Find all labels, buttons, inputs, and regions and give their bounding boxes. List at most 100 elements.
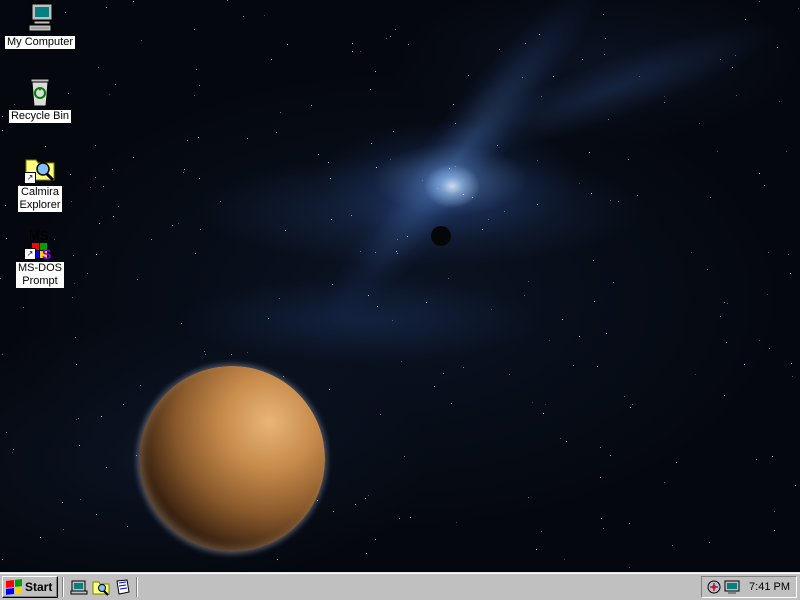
- star: [455, 166, 456, 167]
- star: [231, 354, 232, 355]
- star: [630, 407, 631, 408]
- star: [710, 197, 711, 198]
- star: [2, 559, 3, 560]
- taskbar-separator: [62, 577, 64, 597]
- star: [691, 252, 692, 253]
- star: [368, 295, 369, 296]
- star: [390, 36, 391, 37]
- star: [79, 445, 80, 446]
- star: [329, 389, 330, 390]
- star: [664, 102, 665, 103]
- desktop-icon-label: My Computer: [4, 36, 76, 49]
- star: [6, 432, 7, 433]
- star: [408, 44, 409, 45]
- star: [106, 7, 107, 8]
- star: [99, 223, 100, 224]
- desktop-icon-recycle-bin[interactable]: Recycle Bin: [4, 76, 76, 123]
- desktop-icon-my-computer[interactable]: My Computer: [4, 2, 76, 49]
- star: [377, 306, 378, 307]
- star: [133, 1, 134, 2]
- display-icon[interactable]: [724, 579, 740, 595]
- star: [605, 38, 606, 39]
- shortcut-arrow-icon: ↗: [24, 248, 36, 260]
- star: [449, 168, 450, 169]
- desktop-icon-calmira-explorer[interactable]: ↗ Calmira Explorer: [4, 152, 76, 212]
- taskbar-separator: [136, 577, 138, 597]
- star: [220, 201, 221, 202]
- star: [769, 348, 770, 349]
- network-icon[interactable]: [706, 579, 722, 595]
- star: [628, 159, 629, 160]
- star: [271, 59, 272, 60]
- star: [318, 154, 319, 155]
- star: [732, 67, 733, 68]
- star: [195, 253, 196, 254]
- star: [136, 455, 137, 456]
- start-button[interactable]: Start: [2, 576, 58, 598]
- star: [72, 297, 73, 298]
- star: [759, 340, 760, 341]
- star: [187, 140, 188, 141]
- star: [795, 485, 796, 486]
- star: [311, 105, 312, 106]
- desktop-icon-ms-dos-prompt[interactable]: MS S ↗ MS-DOS Prompt: [4, 228, 76, 288]
- star: [95, 177, 96, 178]
- star: [786, 151, 787, 152]
- star: [536, 549, 537, 550]
- show-desktop-icon[interactable]: [70, 578, 88, 596]
- star: [285, 230, 286, 231]
- star: [788, 254, 789, 255]
- desktop-icon-label: MS-DOS Prompt: [16, 262, 64, 288]
- star: [629, 523, 630, 524]
- star: [600, 477, 601, 478]
- star: [597, 366, 598, 367]
- star: [392, 320, 393, 321]
- star: [792, 376, 793, 377]
- star: [560, 438, 561, 439]
- star: [472, 197, 473, 198]
- star: [352, 43, 353, 44]
- desktop[interactable]: My Computer Recycle Bin ↗ Calmira Explor…: [0, 0, 800, 572]
- star: [333, 511, 334, 512]
- star: [399, 518, 400, 519]
- star: [639, 76, 640, 77]
- star: [205, 354, 206, 355]
- star: [676, 462, 677, 463]
- star: [115, 84, 116, 85]
- star: [768, 252, 769, 253]
- explorer-icon[interactable]: [92, 578, 110, 596]
- star: [604, 54, 605, 55]
- star: [426, 302, 427, 303]
- star: [562, 319, 563, 320]
- star: [368, 495, 369, 496]
- clock[interactable]: 7:41 PM: [749, 580, 790, 594]
- star: [717, 151, 718, 152]
- star: [386, 38, 387, 39]
- star: [351, 215, 352, 216]
- star: [724, 302, 725, 303]
- star: [106, 467, 107, 468]
- star: [45, 146, 46, 147]
- star: [443, 373, 444, 374]
- star: [767, 294, 768, 295]
- star: [371, 143, 372, 144]
- star: [352, 51, 353, 52]
- star: [532, 402, 533, 403]
- star: [365, 498, 366, 499]
- star: [80, 499, 81, 500]
- star: [172, 225, 173, 226]
- star: [525, 43, 526, 44]
- star: [610, 200, 611, 201]
- star: [759, 1, 760, 2]
- star: [204, 351, 205, 352]
- help-icon[interactable]: [114, 578, 132, 596]
- star: [376, 167, 377, 168]
- star: [199, 178, 200, 179]
- star: [247, 138, 248, 139]
- star: [522, 77, 523, 78]
- star: [90, 187, 91, 188]
- star: [720, 59, 721, 60]
- star: [543, 413, 544, 414]
- star: [101, 416, 102, 417]
- star: [720, 316, 721, 317]
